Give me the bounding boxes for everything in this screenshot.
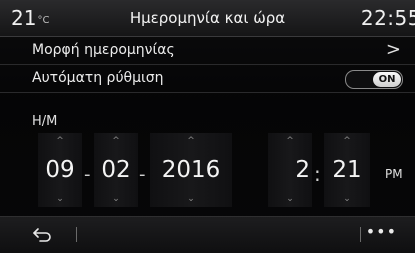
chevron-down-icon[interactable]: ⌄ <box>150 194 232 204</box>
ampm-indicator: PM <box>385 167 403 181</box>
auto-setting-row: Αυτόματη ρύθμιση ON <box>0 65 415 93</box>
date-separator: - <box>84 164 91 185</box>
date-separator: - <box>139 164 146 185</box>
chevron-down-icon[interactable]: ⌄ <box>324 194 370 204</box>
year-value: 2016 <box>161 157 221 183</box>
chevron-right-icon: > <box>385 39 401 60</box>
date-time-settings-screen: 21°C Ημερομηνία και ώρα 22:55 Μορφή ημερ… <box>0 0 415 253</box>
chevron-up-icon[interactable]: ^ <box>94 136 138 146</box>
minute-spinner[interactable]: ^ 21 ⌄ <box>324 133 370 207</box>
time-separator: : <box>314 162 321 186</box>
minute-value: 21 <box>332 157 362 183</box>
chevron-down-icon[interactable]: ⌄ <box>38 194 82 204</box>
footer-bar: ••• <box>0 216 415 253</box>
day-spinner[interactable]: ^ 09 ⌄ <box>38 133 82 207</box>
footer-divider <box>76 227 77 242</box>
chevron-up-icon[interactable]: ^ <box>150 136 232 146</box>
date-format-row[interactable]: Μορφή ημερομηνίας > <box>0 37 415 65</box>
chevron-up-icon[interactable]: ^ <box>268 136 312 146</box>
date-format-label: Μορφή ημερομηνίας <box>32 42 175 58</box>
footer-divider <box>360 227 361 242</box>
more-options-icon[interactable]: ••• <box>366 222 397 241</box>
hour-spinner[interactable]: ^ 2 ⌄ <box>268 133 312 207</box>
day-value: 09 <box>45 157 75 183</box>
auto-setting-toggle[interactable]: ON <box>345 70 403 89</box>
back-arrow-icon[interactable] <box>32 226 52 242</box>
chevron-down-icon[interactable]: ⌄ <box>94 194 138 204</box>
page-title: Ημερομηνία και ώρα <box>129 9 286 27</box>
chevron-up-icon[interactable]: ^ <box>38 136 82 146</box>
header-clock: 22:55 <box>360 6 415 30</box>
toggle-on-knob: ON <box>373 72 401 87</box>
month-spinner[interactable]: ^ 02 ⌄ <box>94 133 138 207</box>
auto-setting-label: Αυτόματη ρύθμιση <box>32 70 164 86</box>
hour-value: 2 <box>295 157 310 183</box>
date-time-section-label: Η/Μ <box>32 114 58 129</box>
chevron-down-icon[interactable]: ⌄ <box>268 194 312 204</box>
chevron-up-icon[interactable]: ^ <box>324 136 370 146</box>
year-spinner[interactable]: ^ 2016 ⌄ <box>150 133 232 207</box>
month-value: 02 <box>101 157 131 183</box>
header-bar: 21°C Ημερομηνία και ώρα 22:55 <box>0 0 415 37</box>
